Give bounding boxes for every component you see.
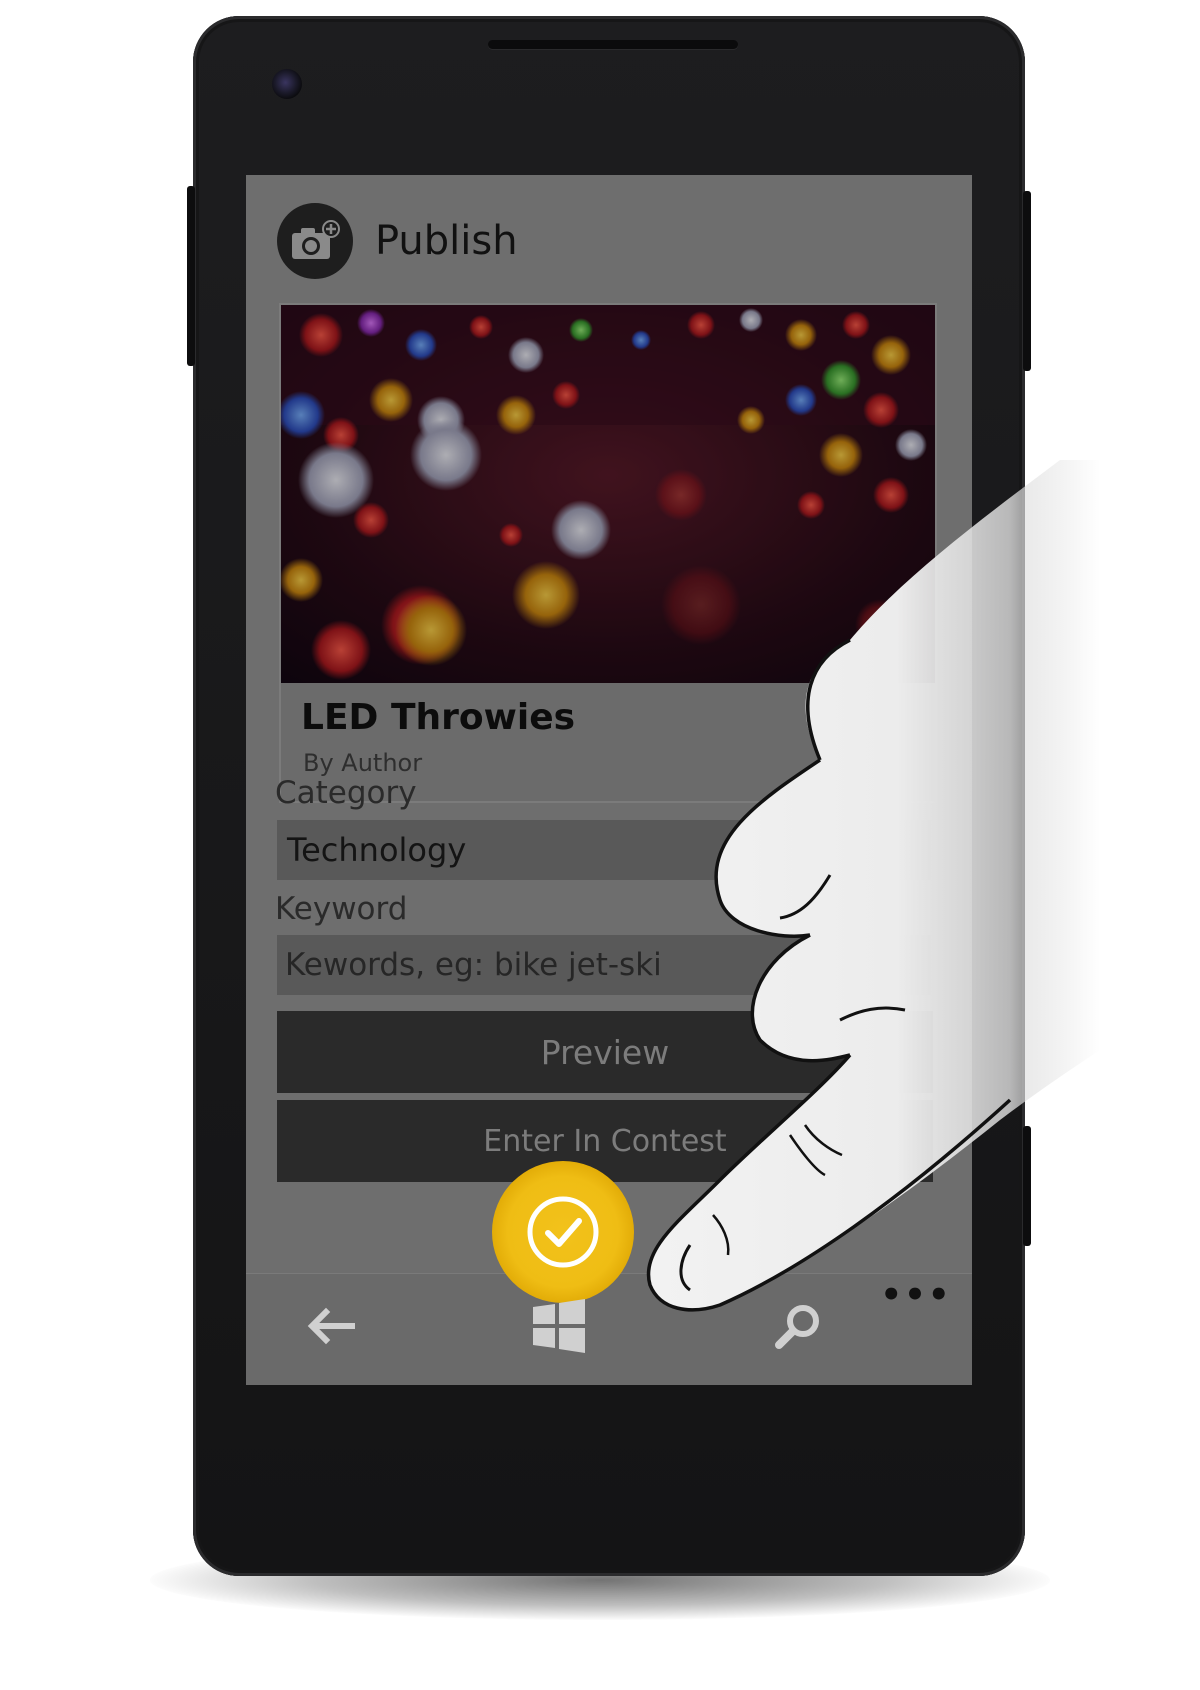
keyword-label: Keyword — [275, 891, 408, 927]
category-select[interactable]: Technology — [277, 820, 931, 880]
keyword-input[interactable]: Kewords, eg: bike jet-ski — [277, 935, 931, 995]
front-camera — [272, 69, 302, 99]
phone-side-button-left — [187, 186, 195, 366]
project-title: LED Throwies — [301, 697, 576, 738]
phone-frame: Publish LED Throwies By Author Category … — [187, 16, 1031, 1576]
project-author: By Author — [303, 749, 423, 777]
more-button[interactable]: ••• — [880, 1275, 949, 1315]
back-button[interactable] — [281, 1276, 381, 1376]
camera-add-icon — [277, 203, 353, 279]
phone-speaker — [488, 40, 738, 49]
search-button[interactable] — [748, 1276, 848, 1376]
start-button[interactable] — [507, 1276, 611, 1376]
category-label: Category — [275, 775, 417, 811]
app-header: Publish — [277, 202, 518, 280]
phone-side-button-right — [1023, 1126, 1031, 1246]
project-photo — [281, 305, 935, 683]
preview-button[interactable]: Preview — [277, 1011, 933, 1093]
project-card[interactable]: LED Throwies By Author — [279, 303, 937, 803]
search-icon — [775, 1305, 819, 1349]
enter-contest-button[interactable]: Enter In Contest — [277, 1100, 933, 1182]
more-dots-icon: ••• — [880, 1275, 952, 1315]
windows-logo-icon — [533, 1299, 585, 1353]
check-circle-icon — [527, 1196, 599, 1268]
phone-side-button-right — [1023, 191, 1031, 371]
back-arrow-icon — [307, 1307, 355, 1345]
page-title: Publish — [375, 218, 518, 264]
